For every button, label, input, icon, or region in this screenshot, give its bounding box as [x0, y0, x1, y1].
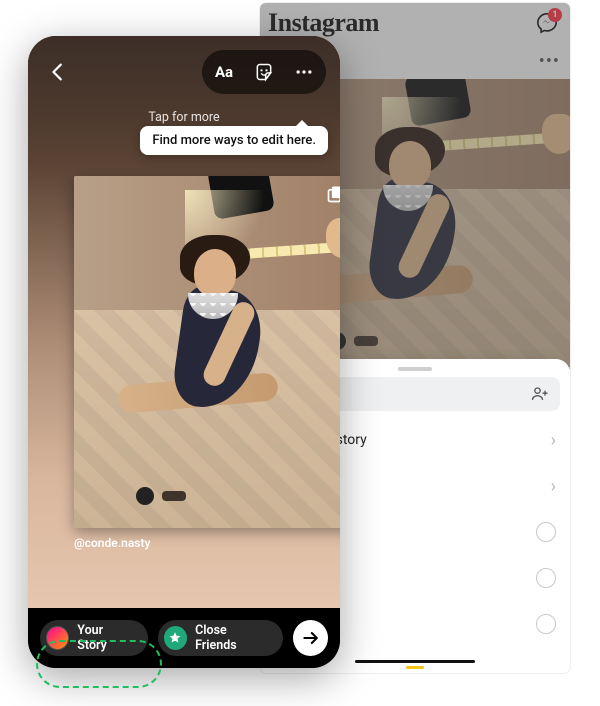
your-story-button[interactable]: Your Story — [40, 620, 148, 656]
close-friends-icon — [164, 626, 187, 650]
accent-bar — [406, 666, 424, 669]
home-indicator — [355, 660, 475, 663]
sheet-grab-handle[interactable] — [398, 367, 432, 371]
chevron-left-icon — [47, 61, 69, 83]
edit-tooltip: Find more ways to edit here. — [140, 126, 328, 155]
author-tag[interactable]: @conde.nasty — [74, 536, 150, 550]
sticker-tool-button[interactable] — [247, 55, 281, 89]
post-more-button[interactable]: ••• — [539, 51, 560, 72]
story-footer: Your Story Close Friends — [28, 608, 340, 668]
back-button[interactable] — [42, 56, 74, 88]
select-radio[interactable] — [536, 568, 556, 588]
sticker-icon — [254, 62, 274, 82]
close-friends-label: Close Friends — [195, 623, 269, 653]
select-radio[interactable] — [536, 522, 556, 542]
text-tool-button[interactable]: Aa — [207, 55, 241, 89]
avatar — [46, 626, 69, 650]
close-friends-button[interactable]: Close Friends — [158, 620, 283, 656]
instagram-logo: Instagram — [268, 8, 379, 38]
select-radio[interactable] — [536, 614, 556, 634]
tap-for-more-label: Tap for more — [28, 110, 340, 125]
chevron-right-icon: › — [551, 430, 556, 451]
more-horizontal-icon — [294, 62, 314, 82]
story-editor-screen: Aa Tap for more Find more ways to — [28, 36, 340, 668]
notification-badge: 1 — [548, 8, 562, 22]
arrow-right-icon — [301, 628, 321, 648]
more-options-button[interactable] — [287, 55, 321, 89]
story-canvas[interactable]: Aa Tap for more Find more ways to — [28, 36, 340, 608]
messenger-button[interactable]: 1 — [536, 12, 558, 34]
send-button[interactable] — [293, 620, 328, 656]
embedded-post[interactable] — [74, 176, 340, 528]
your-story-label: Your Story — [77, 623, 134, 653]
chevron-right-icon: › — [551, 476, 556, 497]
carousel-icon — [326, 184, 340, 204]
add-people-icon — [530, 384, 550, 404]
edit-tools: Aa — [202, 50, 326, 94]
